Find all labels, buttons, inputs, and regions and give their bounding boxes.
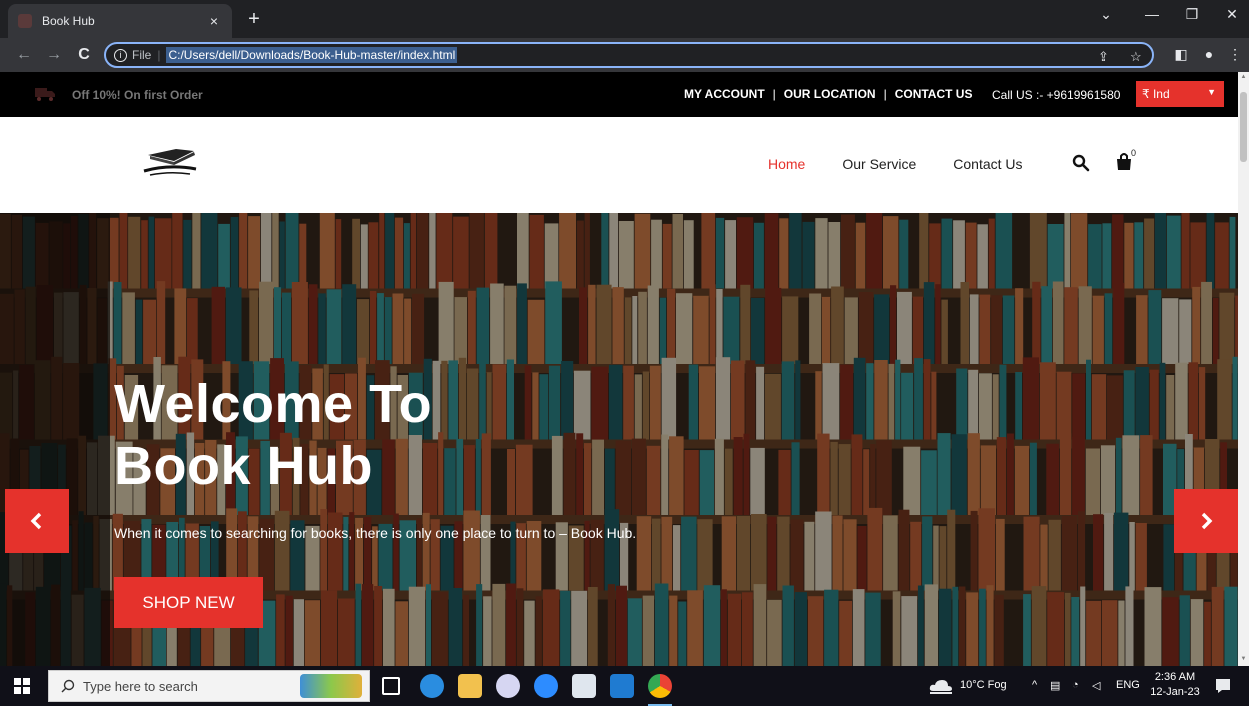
our-location-link[interactable]: OUR LOCATION bbox=[784, 87, 876, 101]
top-link-separator: | bbox=[772, 87, 776, 101]
top-links: MY ACCOUNT | OUR LOCATION | CONTACT US bbox=[684, 87, 972, 101]
back-icon[interactable]: ← bbox=[14, 46, 34, 64]
share-icon[interactable]: ⇪ bbox=[1098, 49, 1109, 65]
forward-icon[interactable]: → bbox=[44, 46, 64, 64]
taskbar-clock[interactable]: 2:36 AM 12-Jan-23 bbox=[1150, 670, 1200, 700]
tab-favicon-icon bbox=[18, 14, 32, 28]
url-separator: | bbox=[157, 48, 161, 62]
scroll-up-icon[interactable]: ▲ bbox=[1240, 74, 1247, 80]
main-nav: Home Our Service Contact Us bbox=[768, 156, 1060, 172]
file-explorer-icon[interactable] bbox=[458, 674, 482, 698]
chevron-left-icon bbox=[30, 512, 42, 530]
url-text[interactable]: C:/Users/dell/Downloads/Book-Hub-master/… bbox=[166, 47, 458, 63]
menu-kebab-icon[interactable]: ⋮ bbox=[1226, 46, 1244, 63]
eclipse-ide-icon[interactable] bbox=[496, 674, 520, 698]
shop-new-button[interactable]: SHOP NEW bbox=[114, 577, 263, 628]
vscode-icon[interactable] bbox=[610, 674, 634, 698]
hero-subtitle: When it comes to searching for books, th… bbox=[114, 525, 637, 541]
browser-tab[interactable]: Book Hub × bbox=[8, 4, 232, 38]
tab-close-icon[interactable]: × bbox=[206, 13, 222, 29]
cart-count-badge: 0 bbox=[1131, 148, 1137, 158]
side-panel-icon[interactable]: ◧ bbox=[1172, 46, 1190, 63]
top-link-separator: | bbox=[883, 87, 887, 101]
new-tab-button[interactable]: + bbox=[242, 8, 266, 32]
zoom-icon[interactable] bbox=[534, 674, 558, 698]
task-view-icon[interactable] bbox=[382, 677, 400, 695]
call-us-text: Call US :- +9619961580 bbox=[992, 88, 1121, 102]
profile-icon[interactable]: ● bbox=[1200, 46, 1218, 62]
nav-contact-us[interactable]: Contact Us bbox=[953, 156, 1022, 172]
hero-title: Welcome To Book Hub bbox=[114, 373, 714, 497]
chrome-icon[interactable] bbox=[648, 674, 672, 698]
hero-title-line-2: Book Hub bbox=[114, 436, 373, 496]
slider-next-button[interactable] bbox=[1174, 489, 1238, 553]
scroll-down-icon[interactable]: ▼ bbox=[1240, 656, 1247, 662]
reload-icon[interactable]: C bbox=[74, 46, 94, 64]
site-header: Home Our Service Contact Us 0 bbox=[0, 117, 1238, 213]
chevron-down-icon: ▼ bbox=[1207, 87, 1216, 97]
site-logo[interactable] bbox=[114, 131, 224, 195]
restore-icon[interactable]: ❐ bbox=[1182, 6, 1202, 23]
notification-center-icon[interactable] bbox=[1214, 677, 1232, 695]
my-account-link[interactable]: MY ACCOUNT bbox=[684, 87, 765, 101]
bookmark-star-icon[interactable]: ☆ bbox=[1130, 49, 1142, 65]
network-icon[interactable]: ▤ bbox=[1050, 679, 1060, 692]
currency-value: ₹ Ind bbox=[1142, 87, 1170, 101]
chevron-right-icon bbox=[1201, 512, 1213, 530]
clock-date: 12-Jan-23 bbox=[1150, 686, 1200, 698]
edge-browser-icon[interactable] bbox=[420, 674, 444, 698]
search-icon[interactable] bbox=[1072, 154, 1090, 172]
search-highlight-icon[interactable] bbox=[300, 674, 362, 698]
language-indicator[interactable]: ENG bbox=[1116, 679, 1140, 691]
hero-title-line-1: Welcome To bbox=[114, 374, 433, 434]
top-info-bar: Off 10%! On first Order MY ACCOUNT | OUR… bbox=[0, 72, 1238, 117]
browser-tabstrip: Book Hub × + ⌄ — ❐ ✕ bbox=[0, 0, 1249, 38]
info-icon[interactable]: i bbox=[114, 48, 127, 62]
windows-start-icon[interactable] bbox=[14, 678, 30, 694]
tab-search-icon[interactable]: ⌄ bbox=[1096, 6, 1116, 23]
close-window-icon[interactable]: ✕ bbox=[1222, 6, 1242, 23]
page-viewport: Off 10%! On first Order MY ACCOUNT | OUR… bbox=[0, 72, 1238, 666]
book-logo-icon bbox=[143, 146, 197, 176]
nav-our-service[interactable]: Our Service bbox=[842, 156, 916, 172]
currency-select[interactable]: ₹ Ind ▼ bbox=[1136, 81, 1224, 107]
offer-text: Off 10%! On first Order bbox=[72, 88, 203, 102]
weather-cloud-icon[interactable] bbox=[928, 677, 954, 695]
minimize-icon[interactable]: — bbox=[1142, 6, 1162, 22]
java-app-icon[interactable] bbox=[572, 674, 596, 698]
speaker-icon[interactable]: ◁ bbox=[1092, 679, 1100, 692]
tab-title: Book Hub bbox=[42, 14, 95, 28]
weather-text[interactable]: 10°C Fog bbox=[960, 679, 1007, 691]
wifi-icon[interactable]: ◔ bbox=[1072, 679, 1079, 691]
browser-toolbar: ← → C i File | C:/Users/dell/Downloads/B… bbox=[0, 38, 1249, 72]
nav-home[interactable]: Home bbox=[768, 156, 805, 172]
page-scrollbar[interactable]: ▲ ▼ bbox=[1238, 72, 1249, 666]
address-bar[interactable]: i File | C:/Users/dell/Downloads/Book-Hu… bbox=[104, 42, 1154, 68]
contact-us-link[interactable]: CONTACT US bbox=[895, 87, 973, 101]
show-hidden-icons-icon[interactable]: ^ bbox=[1032, 679, 1037, 691]
taskbar-search-placeholder: Type here to search bbox=[83, 678, 198, 694]
clock-time: 2:36 AM bbox=[1154, 671, 1196, 683]
delivery-truck-icon bbox=[35, 88, 55, 101]
url-scheme-label: File bbox=[132, 48, 152, 62]
hero-slider: Welcome To Book Hub When it comes to sea… bbox=[0, 213, 1238, 666]
taskbar-search-icon bbox=[61, 679, 75, 693]
scroll-thumb[interactable] bbox=[1240, 92, 1247, 162]
slider-prev-button[interactable] bbox=[5, 489, 69, 553]
windows-taskbar: Type here to search 10°C Fog ^ ▤ ◔ ◁ ENG… bbox=[0, 666, 1249, 706]
